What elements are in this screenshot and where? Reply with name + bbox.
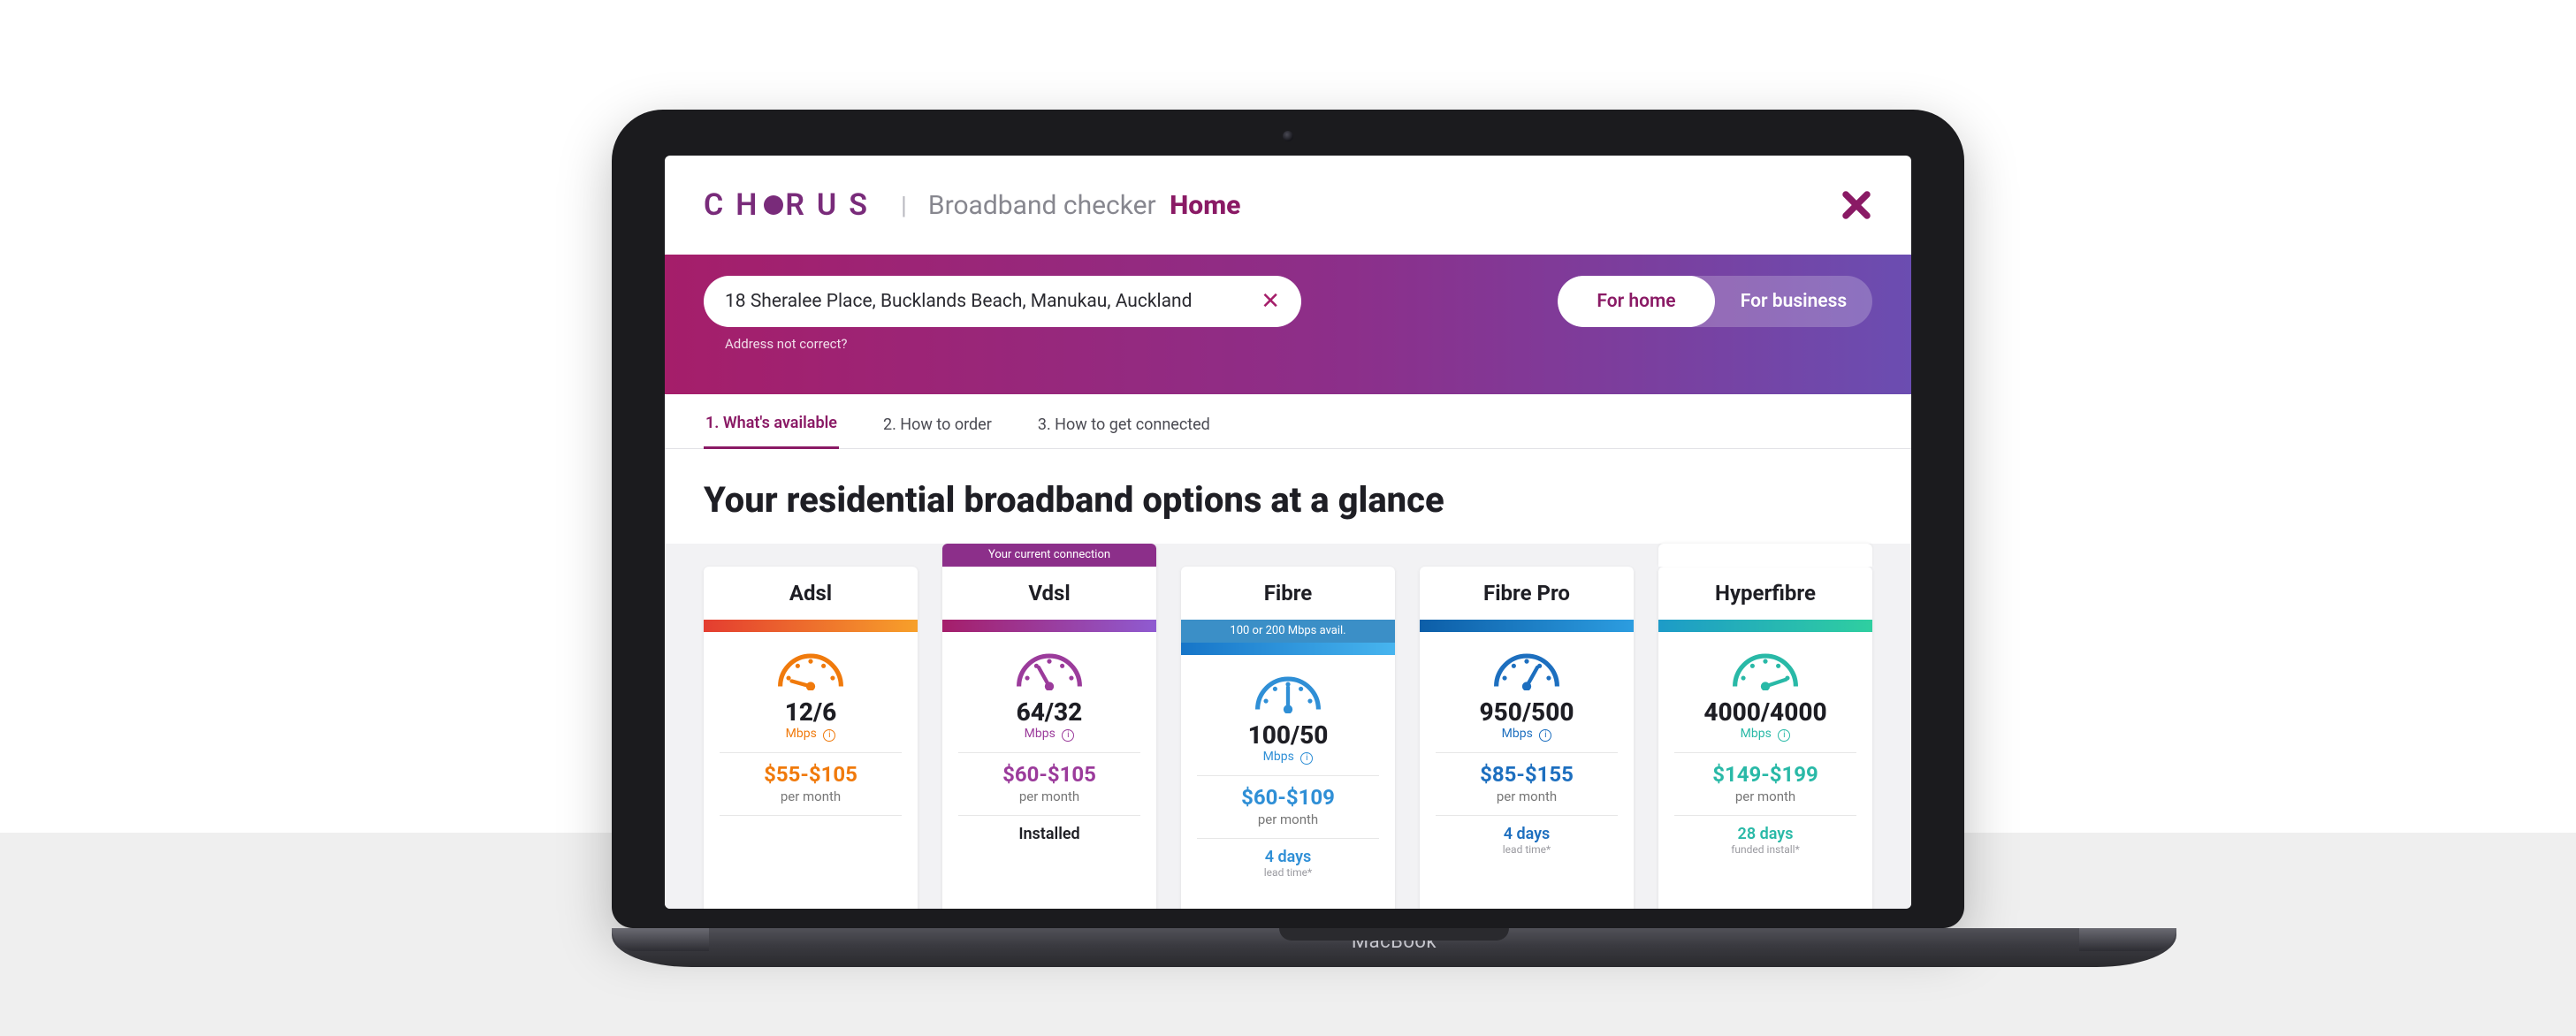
plan-sub-pill: 100 or 200 Mbps avail. — [1181, 620, 1395, 643]
info-icon[interactable]: i — [1062, 729, 1074, 742]
plan-price: $60-$109 — [1181, 776, 1395, 810]
header-subtitle-plain: Broadband checker — [928, 190, 1156, 221]
header-subtitle-bold: Home — [1170, 190, 1240, 221]
accent-bar — [704, 620, 918, 632]
plan-mbps: Mbps i — [1658, 727, 1872, 752]
gauge-icon — [1658, 632, 1872, 696]
gauge-icon — [1420, 632, 1634, 696]
plan-lead: 4 days — [1420, 816, 1634, 843]
close-icon[interactable] — [1841, 189, 1872, 221]
plan-price-sub: per month — [1181, 810, 1395, 838]
steps-tabs: 1. What's available 2. How to order 3. H… — [665, 394, 1911, 449]
plan-mbps: Mbps i — [1181, 750, 1395, 775]
plan-price-sub: per month — [942, 787, 1156, 815]
accent-bar — [1658, 620, 1872, 632]
badge-current-connection: Your current connection — [942, 544, 1156, 567]
plan-card-hyperfibre[interactable]: Coming soon Hyperfibre — [1658, 567, 1872, 909]
header-subtitle: Broadband checker Home — [928, 190, 1241, 221]
tab-how-to-get-connected[interactable]: 3. How to get connected — [1036, 415, 1212, 448]
section-headline: Your residential broadband options at a … — [665, 449, 1911, 544]
gauge-icon — [1181, 655, 1395, 719]
brand-letter: C — [704, 187, 735, 223]
info-icon[interactable]: i — [1778, 729, 1790, 742]
plan-lead-sub: lead time* — [1420, 843, 1634, 856]
brand-letter: U — [817, 187, 849, 223]
address-help-link[interactable]: Address not correct? — [725, 336, 1301, 352]
plan-mbps: Mbps i — [942, 727, 1156, 752]
plan-speed: 4000/4000 — [1658, 697, 1872, 727]
plan-card-fibre-pro[interactable]: Fibre Pro 950/500 — [1420, 567, 1634, 909]
plan-mbps: Mbps i — [704, 727, 918, 752]
segment-business[interactable]: For business — [1715, 276, 1872, 327]
address-input[interactable]: 18 Sheralee Place, Bucklands Beach, Manu… — [704, 276, 1301, 327]
plan-name: Hyperfibre — [1658, 567, 1872, 620]
badge-coming-soon[interactable]: Coming soon — [1658, 544, 1872, 567]
app-header: C H R U S | Broadband checker Home — [665, 156, 1911, 255]
laptop-mockup: C H R U S | Broadband checker Home — [612, 110, 1964, 967]
address-value: 18 Sheralee Place, Bucklands Beach, Manu… — [725, 291, 1193, 312]
tab-whats-available[interactable]: 1. What's available — [704, 414, 839, 449]
accent-bar — [942, 620, 1156, 632]
plan-speed: 64/32 — [942, 697, 1156, 727]
gauge-icon — [704, 632, 918, 696]
accent-bar — [1420, 620, 1634, 632]
plan-price-sub: per month — [1658, 787, 1872, 815]
plan-lead: 28 days — [1658, 816, 1872, 843]
plan-lead-sub: funded install* — [1658, 843, 1872, 856]
brand-letter: S — [849, 187, 880, 223]
laptop-base: MacBook — [612, 928, 2176, 967]
plan-speed: 100/50 — [1181, 720, 1395, 750]
plan-name: Adsl — [704, 567, 918, 620]
plan-price: $55-$105 — [704, 753, 918, 787]
gauge-icon — [942, 632, 1156, 696]
info-icon[interactable]: i — [1539, 729, 1551, 742]
plan-card-vdsl[interactable]: Your current connection Vdsl — [942, 544, 1156, 909]
brand-logo[interactable]: C H R U S — [704, 187, 880, 223]
plan-card-adsl[interactable]: Adsl 12/6 — [704, 567, 918, 909]
plan-price: $85-$155 — [1420, 753, 1634, 787]
plan-price-sub: per month — [704, 787, 918, 815]
plan-strip: Adsl 12/6 — [665, 544, 1911, 909]
tab-how-to-order[interactable]: 2. How to order — [881, 415, 994, 448]
search-bar: 18 Sheralee Place, Bucklands Beach, Manu… — [665, 255, 1911, 394]
accent-bar — [1181, 643, 1395, 655]
info-icon[interactable]: i — [1300, 752, 1313, 765]
segment-home[interactable]: For home — [1558, 276, 1715, 327]
plan-card-fibre[interactable]: Fibre 100 or 200 Mbps avail. — [1181, 567, 1395, 909]
plan-name: Fibre — [1181, 567, 1395, 620]
plan-name: Fibre Pro — [1420, 567, 1634, 620]
plan-price: $149-$199 — [1658, 753, 1872, 787]
info-icon[interactable]: i — [823, 729, 835, 742]
plan-price-sub: per month — [1420, 787, 1634, 815]
plan-speed: 12/6 — [704, 697, 918, 727]
plan-lead: 4 days — [1181, 839, 1395, 866]
plan-price: $60-$105 — [942, 753, 1156, 787]
brand-dot-icon — [764, 195, 783, 215]
brand-letter: R — [785, 187, 817, 223]
clear-address-icon[interactable]: ✕ — [1261, 288, 1280, 315]
webcam-dot — [1283, 131, 1293, 141]
plan-mbps: Mbps i — [1420, 727, 1634, 752]
plan-speed: 950/500 — [1420, 697, 1634, 727]
plan-lead-sub: lead time* — [1181, 866, 1395, 879]
plan-lead: Installed — [942, 816, 1156, 843]
header-divider: | — [901, 191, 907, 220]
audience-toggle: For home For business — [1558, 276, 1872, 327]
plan-name: Vdsl — [942, 567, 1156, 620]
